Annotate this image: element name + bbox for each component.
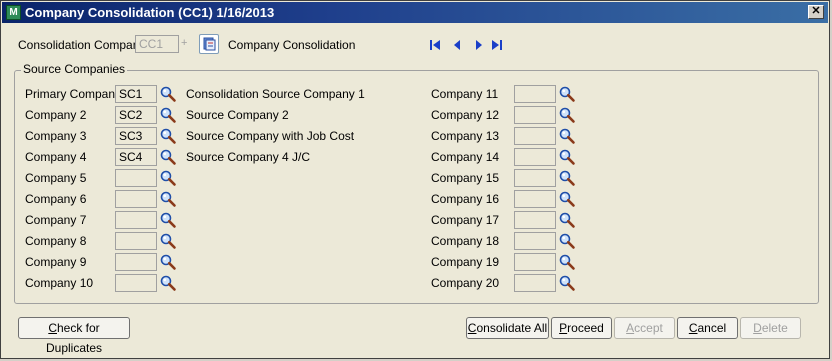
magnifier-icon[interactable] xyxy=(558,211,576,229)
company-code-field[interactable] xyxy=(514,169,556,187)
company-code-field[interactable] xyxy=(514,190,556,208)
delete-button[interactable]: Delete xyxy=(740,317,801,339)
magnifier-icon[interactable] xyxy=(159,85,177,103)
company-row-label: Company 16 xyxy=(431,192,500,206)
company-row-label: Company 19 xyxy=(431,255,500,269)
accept-button[interactable]: Accept xyxy=(614,317,675,339)
company-row-label: Company 5 xyxy=(25,171,87,185)
magnifier-icon[interactable] xyxy=(558,253,576,271)
company-row-label: Company 12 xyxy=(431,108,500,122)
previous-record-icon[interactable] xyxy=(451,39,463,51)
cancel-button[interactable]: Cancel xyxy=(677,317,738,339)
next-record-icon[interactable] xyxy=(473,39,485,51)
magnifier-icon[interactable] xyxy=(159,253,177,271)
last-record-icon[interactable] xyxy=(491,39,503,51)
company-name: Consolidation Source Company 1 xyxy=(186,87,365,101)
close-button[interactable]: ✕ xyxy=(808,5,824,19)
company-code-field[interactable] xyxy=(115,169,157,187)
company-row-label: Company 9 xyxy=(25,255,87,269)
consolidation-company-field[interactable]: CC1 xyxy=(135,35,179,53)
company-row-label: Primary Company xyxy=(25,87,122,101)
magnifier-icon[interactable] xyxy=(159,169,177,187)
window-body: Consolidation Company CC1 + Company Cons… xyxy=(1,23,829,358)
consolidation-company-name: Company Consolidation xyxy=(228,38,356,52)
company-code-field[interactable]: SC1 xyxy=(115,85,157,103)
company-code-field[interactable] xyxy=(514,232,556,250)
company-details-button[interactable] xyxy=(199,34,219,54)
company-row-label: Company 7 xyxy=(25,213,87,227)
company-code-field[interactable] xyxy=(514,148,556,166)
company-code-field[interactable] xyxy=(514,85,556,103)
title-bar: M Company Consolidation (CC1) 1/16/2013 … xyxy=(2,2,828,23)
disabled-spinner-icon: + xyxy=(181,37,188,49)
company-consolidation-window: M Company Consolidation (CC1) 1/16/2013 … xyxy=(0,0,830,359)
magnifier-icon[interactable] xyxy=(558,274,576,292)
app-icon: M xyxy=(6,5,21,20)
company-row-label: Company 15 xyxy=(431,171,500,185)
company-details-icon xyxy=(203,37,216,51)
magnifier-icon[interactable] xyxy=(558,85,576,103)
magnifier-icon[interactable] xyxy=(159,190,177,208)
consolidation-company-label: Consolidation Company xyxy=(18,38,146,52)
source-companies-title: Source Companies xyxy=(21,62,128,76)
company-row-label: Company 2 xyxy=(25,108,87,122)
company-row-label: Company 6 xyxy=(25,192,87,206)
window-title: Company Consolidation (CC1) 1/16/2013 xyxy=(25,5,275,20)
company-code-field[interactable] xyxy=(115,232,157,250)
company-row-label: Company 13 xyxy=(431,129,500,143)
company-code-field[interactable] xyxy=(514,127,556,145)
first-record-icon[interactable] xyxy=(429,39,441,51)
company-code-field[interactable] xyxy=(514,274,556,292)
company-row-label: Company 14 xyxy=(431,150,500,164)
magnifier-icon[interactable] xyxy=(558,106,576,124)
company-row-label: Company 4 xyxy=(25,150,87,164)
consolidate-all-button[interactable]: Consolidate All xyxy=(466,317,549,339)
company-code-field[interactable] xyxy=(115,190,157,208)
company-code-field[interactable] xyxy=(115,253,157,271)
magnifier-icon[interactable] xyxy=(558,148,576,166)
magnifier-icon[interactable] xyxy=(159,106,177,124)
magnifier-icon[interactable] xyxy=(558,169,576,187)
magnifier-icon[interactable] xyxy=(159,232,177,250)
magnifier-icon[interactable] xyxy=(159,127,177,145)
company-name: Source Company 2 xyxy=(186,108,289,122)
magnifier-icon[interactable] xyxy=(159,148,177,166)
company-row-label: Company 17 xyxy=(431,213,500,227)
company-row-label: Company 11 xyxy=(431,87,499,101)
company-code-field[interactable] xyxy=(514,211,556,229)
company-name: Source Company with Job Cost xyxy=(186,129,355,143)
company-row-label: Company 10 xyxy=(25,276,94,290)
proceed-button[interactable]: Proceed xyxy=(551,317,612,339)
company-code-field[interactable] xyxy=(115,274,157,292)
company-row-label: Company 18 xyxy=(431,234,500,248)
magnifier-icon[interactable] xyxy=(159,274,177,292)
company-row-label: Company 8 xyxy=(25,234,87,248)
magnifier-icon[interactable] xyxy=(558,127,576,145)
company-row-label: Company 3 xyxy=(25,129,87,143)
magnifier-icon[interactable] xyxy=(558,190,576,208)
company-code-field[interactable]: SC2 xyxy=(115,106,157,124)
magnifier-icon[interactable] xyxy=(159,211,177,229)
company-row-label: Company 20 xyxy=(431,276,500,290)
company-code-field[interactable] xyxy=(115,211,157,229)
company-code-field[interactable] xyxy=(514,253,556,271)
company-code-field[interactable] xyxy=(514,106,556,124)
company-code-field[interactable]: SC4 xyxy=(115,148,157,166)
company-code-field[interactable]: SC3 xyxy=(115,127,157,145)
company-name: Source Company 4 J/C xyxy=(186,150,311,164)
magnifier-icon[interactable] xyxy=(558,232,576,250)
check-for-duplicates-button[interactable]: Check for Duplicates xyxy=(18,317,130,355)
